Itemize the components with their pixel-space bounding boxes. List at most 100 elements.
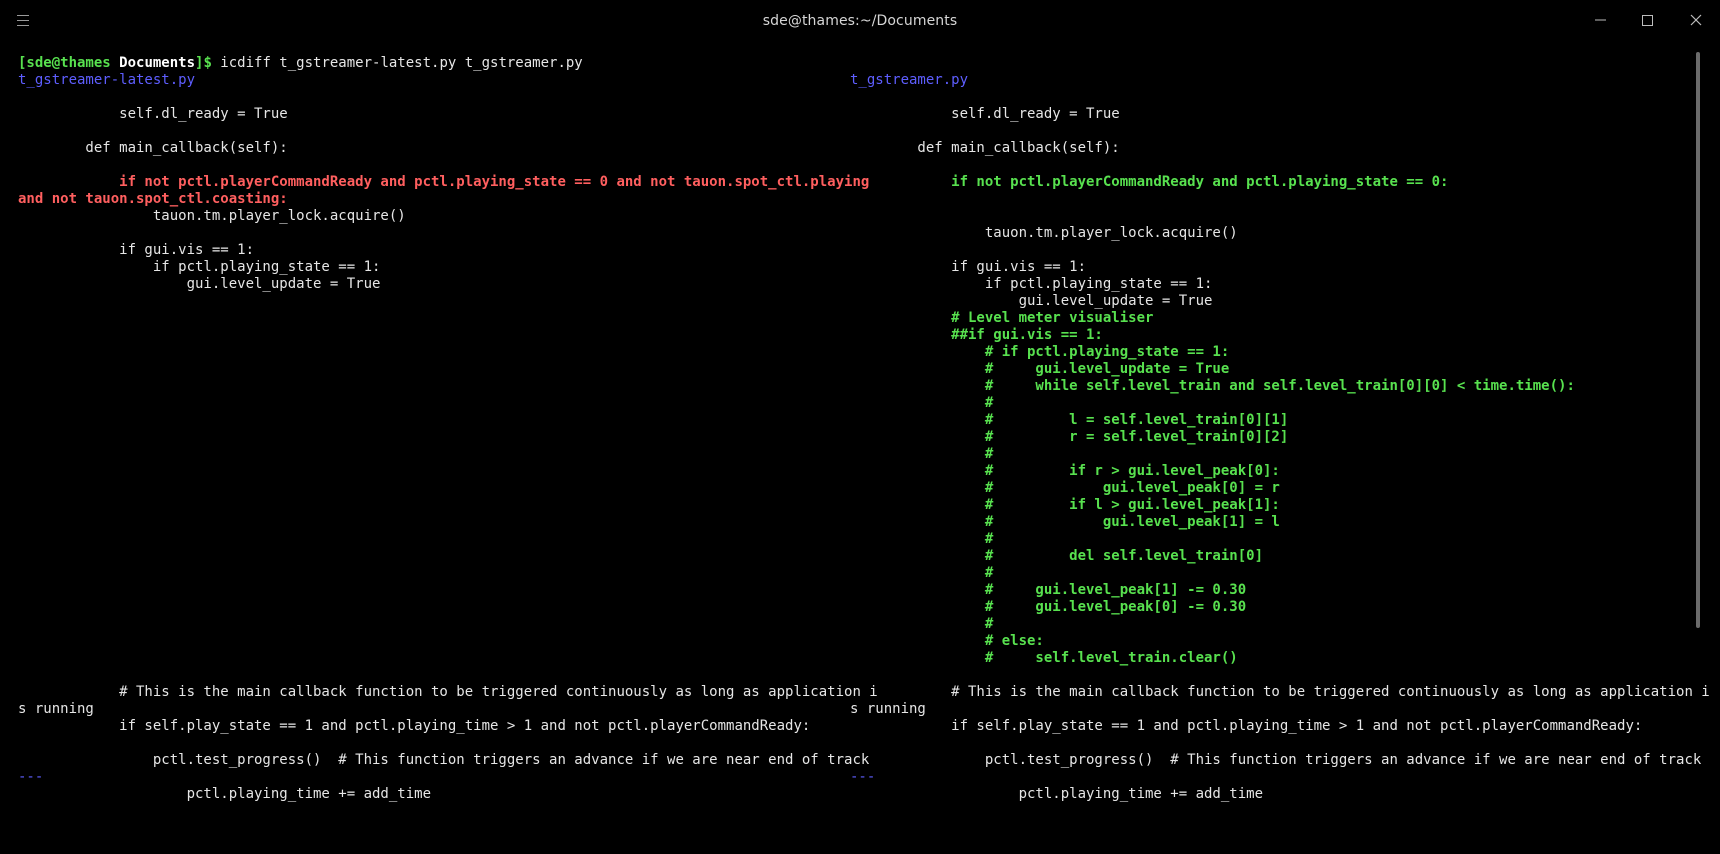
minimize-button[interactable] [1583, 8, 1617, 32]
diff-line: gui.level_update = True if pctl.playing_… [18, 276, 1688, 293]
right-filename: t_gstreamer.py [850, 72, 969, 88]
right-added-code: # [850, 616, 994, 632]
left-separator: --- [18, 769, 44, 785]
right-added-code: # gui.level_update = True [850, 361, 1230, 377]
diff-line-changed: if not pctl.playerCommandReady and pctl.… [18, 174, 1688, 191]
right-added-code: # r = self.level_train[0][2] [850, 429, 1289, 445]
left-code: # This is the main callback function to … [18, 684, 878, 700]
diff-line-added: # [18, 616, 1688, 633]
maximize-button[interactable] [1630, 8, 1664, 32]
diff-line-added: # gui.level_peak[1] = l [18, 514, 1688, 531]
right-code: # This is the main callback function to … [850, 684, 1710, 700]
right-added-code: # gui.level_peak[0] -= 0.30 [850, 599, 1247, 615]
diff-separator: --- --- [18, 769, 1688, 786]
right-code: if self.play_state == 1 and pctl.playing… [850, 718, 1643, 734]
diff-line-added: # gui.level_peak[0] -= 0.30 [18, 599, 1688, 616]
right-added-code: # if r > gui.level_peak[0]: [850, 463, 1280, 479]
diff-line: if pctl.playing_state == 1: if gui.vis =… [18, 259, 1688, 276]
right-added-code: # del self.level_train[0] [850, 548, 1264, 564]
right-added-code: # [850, 565, 994, 581]
right-separator: --- [850, 769, 876, 785]
diff-line-added: # self.level_train.clear() [18, 650, 1688, 667]
right-code: pctl.test_progress() # This function tri… [850, 752, 1702, 768]
diff-line: s running s running [18, 701, 1688, 718]
diff-line: # This is the main callback function to … [18, 684, 1710, 701]
terminal-output[interactable]: [sde@thames Documents]$ icdiff t_gstream… [18, 47, 1710, 827]
diff-line-added: ##if gui.vis == 1: [18, 327, 1688, 344]
right-code: if gui.vis == 1: [850, 259, 1087, 275]
right-added-code: # if l > gui.level_peak[1]: [850, 497, 1280, 513]
prompt-cwd: Documents [119, 55, 196, 71]
prompt-suffix: ]$ [195, 55, 212, 71]
diff-line-added: # del self.level_train[0] [18, 548, 1688, 565]
close-button[interactable] [1679, 8, 1713, 32]
left-code: if pctl.playing_state == 1: [18, 259, 381, 275]
maximize-icon [1642, 15, 1653, 26]
prompt-line: [sde@thames Documents]$ icdiff t_gstream… [18, 55, 1688, 72]
diff-line-added: # gui.level_peak[0] = r [18, 480, 1688, 497]
right-code: tauon.tm.player_lock.acquire() [850, 225, 1238, 241]
diff-line-added: # [18, 446, 1688, 463]
title-bar: sde@thames:~/Documents [0, 0, 1720, 42]
left-code: if gui.vis == 1: [18, 242, 255, 258]
diff-line-added: # [18, 395, 1688, 412]
diff-line-added: # Level meter visualiser [18, 310, 1688, 327]
diff-line [18, 208, 1688, 225]
left-code: pctl.test_progress() # This function tri… [18, 752, 870, 768]
diff-line: if gui.vis == 1: [18, 242, 1688, 259]
right-added-code: ##if gui.vis == 1: [850, 327, 1103, 343]
right-added-code: # gui.level_peak[0] = r [850, 480, 1280, 496]
close-icon [1690, 14, 1702, 26]
left-code: pctl.playing_time += add_time [18, 786, 432, 802]
diff-line: pctl.test_progress() # This function tri… [18, 752, 1702, 769]
left-code: gui.level_update = True [18, 276, 381, 292]
left-filename: t_gstreamer-latest.py [18, 72, 196, 88]
right-added-code: # if pctl.playing_state == 1: [850, 344, 1230, 360]
diff-line-added: # gui.level_update = True [18, 361, 1688, 378]
left-removed-code: if not pctl.playerCommandReady and pctl.… [18, 174, 870, 190]
diff-line-added: # if r > gui.level_peak[0]: [18, 463, 1688, 480]
diff-line-added: # [18, 565, 1688, 582]
diff-line-added: # if l > gui.level_peak[1]: [18, 497, 1688, 514]
right-code: if pctl.playing_state == 1: [850, 276, 1213, 292]
diff-line: tauon.tm.player_lock.acquire() [18, 225, 1688, 242]
diff-header: t_gstreamer-latest.py t_gstreamer.py [18, 72, 1688, 89]
prompt-command: icdiff t_gstreamer-latest.py t_gstreamer… [211, 55, 583, 71]
right-code: self.dl_ready = True [850, 106, 1120, 122]
right-added-code: # gui.level_peak[1] = l [850, 514, 1280, 530]
diff-line-added: # if pctl.playing_state == 1: [18, 344, 1688, 361]
window-title: sde@thames:~/Documents [762, 13, 958, 29]
left-code: def main_callback(self): [18, 140, 288, 156]
right-added-code: # [850, 395, 994, 411]
minimize-icon [1595, 19, 1606, 21]
diff-line: self.dl_ready = True self.dl_ready = Tru… [18, 106, 1688, 123]
diff-line: def main_callback(self): def main_callba… [18, 140, 1688, 157]
right-added-code: # self.level_train.clear() [850, 650, 1238, 666]
diff-line-added: # while self.level_train and self.level_… [18, 378, 1688, 395]
left-code: if self.play_state == 1 and pctl.playing… [18, 718, 811, 734]
diff-line: pctl.playing_time += add_time pctl.playi… [18, 786, 1688, 803]
right-code: def main_callback(self): [850, 140, 1120, 156]
prompt-user-host: [sde@thames [18, 55, 111, 71]
diff-line-added: # r = self.level_train[0][2] [18, 429, 1688, 446]
diff-line: gui.level_update = True [18, 293, 1688, 310]
diff-line-added: # gui.level_peak[1] -= 0.30 [18, 582, 1688, 599]
left-removed-code: and not tauon.spot_ctl.coasting: [18, 191, 288, 207]
right-added-code: # else: [850, 633, 1044, 649]
scrollbar-thumb[interactable] [1696, 52, 1700, 628]
diff-line-changed: and not tauon.spot_ctl.coasting: [18, 191, 1688, 208]
right-added-code: # gui.level_peak[1] -= 0.30 [850, 582, 1247, 598]
right-code: s running [850, 701, 926, 717]
diff-line: if self.play_state == 1 and pctl.playing… [18, 718, 1688, 735]
right-added-code: # [850, 531, 994, 547]
right-added-code: # [850, 446, 994, 462]
diff-line-added: # l = self.level_train[0][1] [18, 412, 1688, 429]
right-code: gui.level_update = True [850, 293, 1213, 309]
left-code: s running [18, 701, 94, 717]
right-added-code: if not pctl.playerCommandReady and pctl.… [850, 174, 1449, 190]
right-added-code: # l = self.level_train[0][1] [850, 412, 1289, 428]
diff-line-added: # [18, 531, 1688, 548]
right-added-code: # while self.level_train and self.level_… [850, 378, 1575, 394]
left-code: self.dl_ready = True [18, 106, 288, 122]
right-added-code: # Level meter visualiser [850, 310, 1154, 326]
